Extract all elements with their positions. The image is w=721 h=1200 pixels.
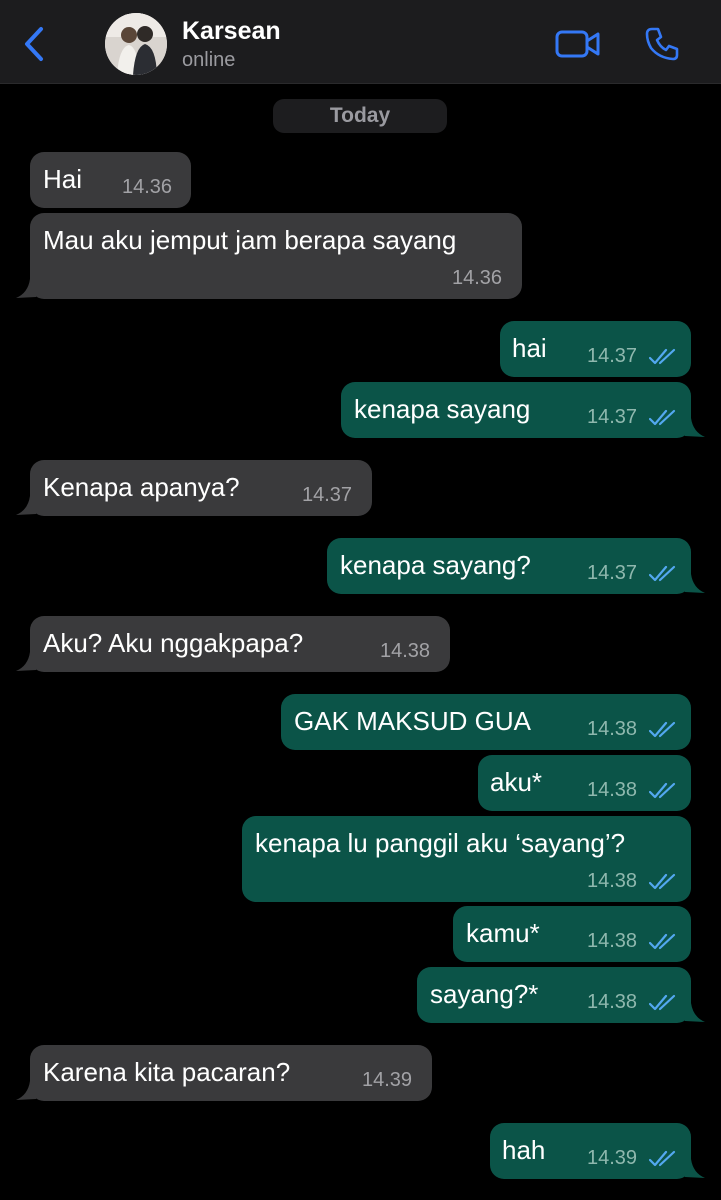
message-text: GAK MAKSUD GUA xyxy=(294,706,531,736)
date-separator: Today xyxy=(273,99,447,133)
outgoing-message-bubble[interactable]: aku* 14.38 xyxy=(478,755,691,811)
message-text: hai xyxy=(512,333,547,363)
bubble-tail xyxy=(16,279,36,298)
bubble-tail xyxy=(16,652,36,671)
avatar[interactable] xyxy=(105,13,167,75)
message-text: kamu* xyxy=(466,918,540,948)
bubble-tail xyxy=(16,496,36,515)
incoming-message-bubble[interactable]: Aku? Aku nggakpapa? 14.38 xyxy=(16,616,450,672)
bubble-tail xyxy=(685,1159,705,1178)
chat-header: Karsean online xyxy=(0,0,721,84)
video-call-button[interactable] xyxy=(553,24,603,64)
message-text: kenapa lu panggil aku ‘sayang’? xyxy=(255,828,626,858)
incoming-message-bubble[interactable]: Kenapa apanya? 14.37 xyxy=(16,460,372,516)
contact-status: online xyxy=(182,49,236,71)
outgoing-message-bubble[interactable]: hai 14.37 xyxy=(500,321,691,377)
read-receipt-icon xyxy=(649,994,676,1011)
outgoing-message-bubble[interactable]: hah 14.39 xyxy=(490,1123,705,1179)
message-text: aku* xyxy=(490,767,543,797)
bubble-tail xyxy=(16,1081,36,1100)
message-timestamp: 14.38 xyxy=(587,779,638,801)
message-timestamp: 14.37 xyxy=(587,406,638,428)
message-timestamp: 14.37 xyxy=(302,484,353,506)
bubble-tail xyxy=(685,1003,705,1022)
message-text: Karena kita pacaran? xyxy=(43,1057,291,1087)
read-receipt-icon xyxy=(649,1150,676,1167)
outgoing-message-bubble[interactable]: kenapa lu panggil aku ‘sayang’? 14.38 xyxy=(242,816,691,902)
back-button[interactable] xyxy=(14,22,54,66)
read-receipt-icon xyxy=(649,873,676,890)
read-receipt-icon xyxy=(649,348,676,365)
message-timestamp: 14.37 xyxy=(587,345,638,367)
message-timestamp: 14.38 xyxy=(380,640,431,662)
video-camera-icon xyxy=(555,30,600,58)
message-text: Kenapa apanya? xyxy=(43,472,240,502)
incoming-message-bubble[interactable]: Karena kita pacaran? 14.39 xyxy=(16,1045,432,1101)
contact-name[interactable]: Karsean xyxy=(182,17,281,46)
read-receipt-icon xyxy=(649,565,676,582)
read-receipt-icon xyxy=(649,721,676,738)
voice-call-button[interactable] xyxy=(637,24,687,64)
message-timestamp: 14.39 xyxy=(362,1069,413,1091)
outgoing-message-bubble[interactable]: kenapa sayang 14.37 xyxy=(341,382,705,438)
message-text: hah xyxy=(502,1135,546,1165)
bubble-tail xyxy=(685,418,705,437)
phone-icon xyxy=(645,27,679,61)
incoming-message-bubble[interactable]: Hai 14.36 xyxy=(30,152,191,208)
incoming-message-bubble[interactable]: Mau aku jemput jam berapa sayang 14.36 xyxy=(16,213,522,299)
message-text: sayang?* xyxy=(430,979,539,1009)
message-timestamp: 14.38 xyxy=(587,930,638,952)
read-receipt-icon xyxy=(649,782,676,799)
message-timestamp: 14.38 xyxy=(587,991,638,1013)
message-text: kenapa sayang? xyxy=(340,550,531,580)
message-text: Aku? Aku nggakpapa? xyxy=(43,628,304,658)
message-text: Hai xyxy=(43,164,83,194)
message-timestamp: 14.37 xyxy=(587,562,638,584)
chevron-left-icon xyxy=(25,27,43,61)
message-timestamp: 14.38 xyxy=(587,870,638,892)
message-text: kenapa sayang xyxy=(354,394,531,424)
outgoing-message-bubble[interactable]: GAK MAKSUD GUA 14.38 xyxy=(281,694,691,750)
message-timestamp: 14.36 xyxy=(452,267,503,289)
outgoing-message-bubble[interactable]: kenapa sayang? 14.37 xyxy=(327,538,705,594)
read-receipt-icon xyxy=(649,409,676,426)
bubble-tail xyxy=(685,574,705,593)
message-timestamp: 14.38 xyxy=(587,718,638,740)
outgoing-message-bubble[interactable]: kamu* 14.38 xyxy=(453,906,691,962)
message-timestamp: 14.39 xyxy=(587,1147,638,1169)
avatar-photo xyxy=(105,13,167,75)
message-timestamp: 14.36 xyxy=(122,176,173,198)
read-receipt-icon xyxy=(649,933,676,950)
outgoing-message-bubble[interactable]: sayang?* 14.38 xyxy=(417,967,705,1023)
message-text: Mau aku jemput jam berapa sayang xyxy=(43,225,457,255)
